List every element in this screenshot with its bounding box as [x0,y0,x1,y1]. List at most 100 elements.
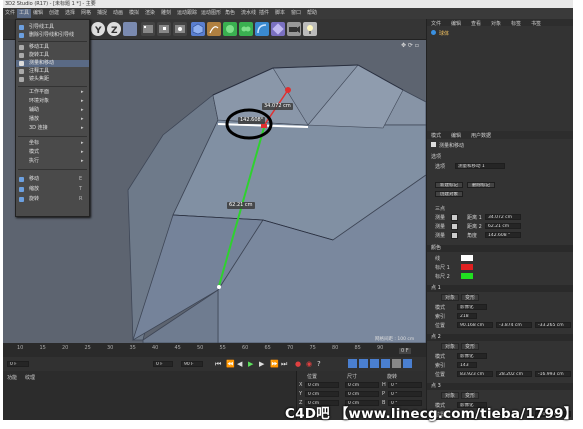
pos-y-field[interactable]: 0 cm [305,391,339,397]
current-frame-field[interactable]: 0 F [153,361,173,367]
line-color-swatch[interactable] [461,255,473,261]
menu-simulate[interactable]: 模拟 [129,9,139,18]
z-axis-lock-icon[interactable]: Z [107,22,121,36]
key-rotation-icon[interactable] [370,359,379,368]
measure-point-red[interactable] [285,87,291,93]
bend-deformer-icon[interactable] [255,22,269,36]
menu-help[interactable]: 帮助 [307,9,317,18]
menu-item-rotate[interactable]: 旋转 R [16,196,89,203]
cube-icon[interactable] [191,22,205,36]
menu-item-workplane[interactable]: 工作平面 ▸ [16,89,89,96]
create-object-button[interactable]: 创建对象 [435,191,463,197]
point-3-tab-object[interactable]: 对象 [441,392,460,399]
menu-snap[interactable]: 捕捉 [97,9,107,18]
delete-marker-button[interactable]: 删除标记 [467,182,495,188]
menu-mograph[interactable]: 运动图形 [201,9,221,18]
menu-item-helper[interactable]: 辅助 ▸ [16,107,89,114]
angle-field[interactable]: 142.608 ° [485,232,521,238]
play-icon[interactable]: ▶ [248,360,253,369]
menu-item-3d-connexion[interactable]: 3D 连接 ▸ [16,125,89,132]
array-icon[interactable] [239,22,253,36]
next-key-icon[interactable]: ⏩ [270,360,279,369]
material-tab-texture[interactable]: 纹理 [25,374,35,381]
om-menu-file[interactable]: 文件 [431,20,441,27]
distance-1-field[interactable]: 34.072 cm [485,214,521,220]
ruler-1-color-swatch[interactable] [461,264,473,270]
om-menu-view[interactable]: 查看 [471,20,481,27]
menu-item-annotation-tool[interactable]: 注释工具 [16,68,89,75]
point-1-tab-deform[interactable]: 变形 [461,294,480,301]
start-frame-field[interactable]: 0 F [7,361,29,367]
point-2-pos-z[interactable]: -16.993 cm [535,371,571,377]
menu-edit[interactable]: 编辑 [33,9,43,18]
measure-checkbox-3[interactable] [451,232,458,239]
menu-create[interactable]: 创建 [49,9,59,18]
point-2-pos-y[interactable]: 28.202 cm [496,371,532,377]
menu-character[interactable]: 角色 [225,9,235,18]
menu-item-playback[interactable]: 播放 ▸ [16,116,89,123]
om-menu-tags[interactable]: 标签 [511,20,521,27]
menu-select[interactable]: 选择 [65,9,75,18]
pos-x-field[interactable]: 0 cm [305,382,339,388]
key-position-icon[interactable] [348,359,357,368]
next-frame-icon[interactable]: ▶ [259,360,264,369]
menu-script[interactable]: 脚本 [275,9,285,18]
menu-file[interactable]: 文件 [5,9,15,18]
measure-checkbox-2[interactable] [451,223,458,230]
point-1-pos-y[interactable]: -3.874 cm [496,322,532,328]
point-1-pos-x[interactable]: 90.168 cm [457,322,493,328]
point-2-tab-deform[interactable]: 变形 [461,343,480,350]
point-1-index-field[interactable]: 218 [457,313,477,319]
point-1-mode-field[interactable]: 影像化 [457,304,487,310]
menu-plugins[interactable]: 插件 [259,9,269,18]
menu-item-move-tool[interactable]: 移动工具 [16,44,89,51]
key-scale-icon[interactable] [359,359,368,368]
object-row[interactable]: 球体 [431,29,511,37]
measure-checkbox-1[interactable] [451,214,458,221]
render-picture-viewer-icon[interactable] [157,22,171,36]
menu-window[interactable]: 窗口 [291,9,301,18]
point-2-pos-x[interactable]: 83.923 cm [457,371,493,377]
size-x-field[interactable]: 0 cm [345,382,379,388]
environment-icon[interactable] [271,22,285,36]
prev-frame-icon[interactable]: ◀ [237,360,242,369]
render-settings-icon[interactable] [173,22,187,36]
point-2-mode-field[interactable]: 影像化 [457,353,487,359]
menu-item-measure-move[interactable]: 测量和移动 [16,60,89,67]
menu-item-coordinates[interactable]: 坐标 ▸ [16,140,89,147]
key-pla-icon[interactable] [392,359,401,368]
menu-item-scale[interactable]: 缩放 T [16,186,89,193]
menu-tools[interactable]: 工具 [17,9,32,18]
menu-item-lens-focus[interactable]: 镜头焦距 [16,76,89,83]
go-to-start-icon[interactable]: ⏮ [215,360,221,369]
menu-pipeline[interactable]: 流水线 [241,9,256,18]
end-frame-field[interactable]: 90 F [181,361,203,367]
light-icon[interactable] [303,22,317,36]
rot-h-field[interactable]: 0 ° [388,382,422,388]
measure-point-white[interactable] [217,285,221,289]
point-1-tab-object[interactable]: 对象 [441,294,460,301]
menu-item-rotate-tool[interactable]: 旋转工具 [16,52,89,59]
menu-item-delete-guides[interactable]: 删除引导线和引导线 [16,32,89,39]
y-axis-lock-icon[interactable]: Y [91,22,105,36]
subdivision-surface-icon[interactable] [223,22,237,36]
menu-mesh[interactable]: 网格 [81,9,91,18]
prev-key-icon[interactable]: ⏪ [226,360,235,369]
render-view-icon[interactable] [141,22,155,36]
key-grid-icon[interactable] [403,359,412,368]
keyframe-selection-icon[interactable]: ? [317,360,321,369]
material-tab-function[interactable]: 功能 [7,374,17,381]
om-menu-edit[interactable]: 编辑 [451,20,461,27]
record-icon[interactable]: ● [295,360,301,369]
menu-item-move[interactable]: 移动 E [16,176,89,183]
om-menu-objects[interactable]: 对象 [491,20,501,27]
measure-select[interactable]: 测量和移动 1 [455,163,505,169]
go-to-end-icon[interactable]: ⏭ [281,360,287,369]
world-coordinates-icon[interactable] [123,22,137,36]
size-y-field[interactable]: 0 cm [345,391,379,397]
point-2-tab-object[interactable]: 对象 [441,343,460,350]
point-3-tab-deform[interactable]: 变形 [461,392,480,399]
menu-animate[interactable]: 动画 [113,9,123,18]
key-param-icon[interactable] [381,359,390,368]
menu-item-mode[interactable]: 模式 ▸ [16,149,89,156]
